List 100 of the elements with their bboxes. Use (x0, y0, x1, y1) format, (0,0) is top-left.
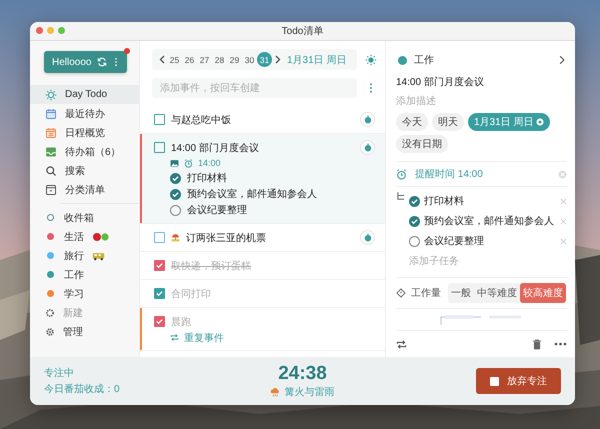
repeat-label: 重复事件 (184, 332, 224, 344)
calendar-icon (45, 108, 57, 120)
list-icon (45, 184, 57, 196)
task-title: 取快递，预订蛋糕 (171, 260, 252, 272)
subtask-checkbox[interactable] (170, 204, 181, 216)
checkbox[interactable] (154, 316, 165, 327)
date-chip[interactable]: 明天 (432, 113, 464, 131)
sidebar-action[interactable]: 管理 (30, 322, 139, 341)
subtask-title: 预约会议室，邮件通知参会人 (424, 214, 555, 228)
alarm-icon (184, 158, 193, 168)
subtask-title: 会议纪要整理 (187, 204, 247, 217)
task-title: 14:00 部门月度会议 (171, 142, 260, 154)
new-task-field[interactable]: 添加事件，按回车创建 (152, 78, 357, 98)
list-label: 工作 (64, 268, 84, 282)
nav-item[interactable]: 搜索 (30, 161, 139, 180)
focus-status: 专注中 (44, 366, 75, 380)
timer-icon (364, 115, 372, 124)
subtask-checkbox[interactable] (409, 196, 420, 206)
new-subtask-field[interactable]: 添加子任务 (406, 252, 570, 270)
sun-icon (365, 54, 377, 66)
stop-focus-button[interactable]: 放弃专注 (476, 368, 561, 394)
harvest-count: 今日番茄收成：0 (44, 382, 121, 396)
subtask-title: 打印材料 (187, 172, 227, 185)
checkbox[interactable] (154, 142, 165, 153)
checkbox[interactable] (154, 288, 165, 299)
more-button[interactable] (554, 342, 567, 346)
account-name: Helloooo (52, 56, 92, 68)
nav-item[interactable]: 日程概览 (30, 123, 139, 142)
repeat-button[interactable] (396, 338, 407, 350)
list-label: 生活 (64, 230, 84, 244)
remove-icon (560, 198, 567, 204)
date-chip[interactable]: 今天 (396, 113, 428, 131)
gear-icon (45, 326, 55, 336)
list-label: 学习 (64, 288, 84, 300)
checkbox[interactable] (154, 232, 165, 243)
day-button[interactable]: 27 (197, 52, 212, 67)
nav-item[interactable]: 待办箱（6） (30, 142, 139, 161)
task-row[interactable]: 订两张三亚的机票 (140, 224, 385, 252)
task-row[interactable]: 14:00 部门月度会议 14:00 打印材料 预约会议室，邮件通知参会人 会议纪要整理 (140, 134, 385, 224)
sync-icon (97, 57, 107, 67)
subtask-title: 会议纪要整理 (424, 234, 485, 248)
zoom-button[interactable] (58, 27, 65, 34)
pomodoro-button[interactable] (360, 112, 375, 127)
stop-icon (490, 376, 499, 386)
workload-label: 工作量 (411, 286, 441, 300)
remove-icon (560, 218, 567, 224)
subtask-title: 预约会议室，邮件通知参会人 (187, 188, 317, 201)
day-button[interactable]: 30 (242, 52, 257, 67)
focus-timer: 24:38 (278, 363, 327, 385)
task-title: 合同打印 (171, 288, 212, 300)
list-label: 收件箱 (64, 212, 94, 224)
reminder-time: 14:00 (198, 158, 221, 168)
nav-item[interactable]: 最近待办 (30, 104, 139, 123)
timer-icon (364, 233, 372, 242)
subtask-checkbox[interactable] (409, 216, 420, 226)
subtask-checkbox[interactable] (409, 236, 420, 246)
clear-icon[interactable] (536, 118, 544, 126)
checkbox[interactable] (154, 114, 165, 125)
close-button[interactable] (36, 27, 43, 34)
remove-icon (560, 238, 567, 244)
task-title: 与赵总吃中饭 (171, 114, 232, 126)
nav-item[interactable]: Day Todo (30, 85, 139, 104)
image-icon (170, 158, 179, 168)
timer-icon (364, 143, 372, 152)
clear-icon (558, 170, 567, 178)
diamond-icon (396, 288, 406, 298)
rain-cloud-icon (270, 387, 280, 397)
pomodoro-button[interactable] (360, 230, 375, 245)
repeat-icon (170, 333, 179, 342)
account-button[interactable]: Helloooo (44, 51, 127, 73)
list-item[interactable]: 收件箱 (30, 208, 139, 227)
window-title: Todo清单 (282, 24, 324, 38)
task-title[interactable]: 14:00 部门月度会议 (396, 75, 567, 89)
task-title: 晨跑 (171, 316, 192, 328)
list-item[interactable]: 工作 (30, 265, 139, 284)
checkbox[interactable] (154, 260, 165, 271)
search-icon (45, 164, 57, 176)
day-button[interactable]: 28 (212, 52, 227, 67)
workload-option[interactable]: 中等难度 (474, 282, 520, 302)
description-field[interactable]: 添加描述 (396, 93, 567, 109)
workload-option[interactable]: 一般 (448, 282, 474, 302)
day-button[interactable]: 25 (167, 52, 182, 67)
list-label: 旅行 (64, 250, 84, 262)
day-button[interactable]: 26 (182, 52, 197, 67)
list-item[interactable]: 旅行 (30, 246, 139, 265)
pomodoro-button[interactable] (360, 140, 375, 155)
subtask-checkbox[interactable] (170, 188, 181, 200)
list-item[interactable]: 学习 (30, 284, 139, 303)
list-name[interactable]: 工作 (414, 53, 552, 67)
delete-button[interactable] (532, 338, 542, 350)
calendar-icon (45, 126, 57, 138)
beach-icon (171, 233, 180, 242)
subtask-icon (396, 191, 406, 201)
subtask-checkbox[interactable] (170, 172, 181, 184)
list-item[interactable]: 生活 (30, 227, 139, 246)
task-title: 订两张三亚的机票 (186, 232, 267, 244)
day-button[interactable]: 29 (227, 52, 242, 67)
inbox-icon (45, 146, 57, 158)
nav-item[interactable]: 分类清单 (30, 180, 139, 199)
date-chip[interactable]: 没有日期 (396, 135, 448, 153)
